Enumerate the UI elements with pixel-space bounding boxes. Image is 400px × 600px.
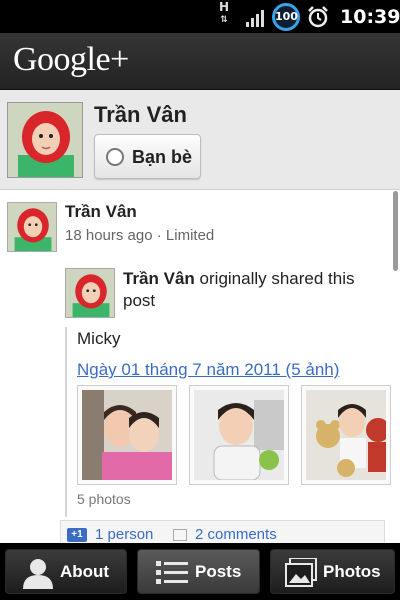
shared-author-name[interactable]: Trần Vân [123,269,195,288]
tab-about[interactable]: About [5,549,127,594]
tab-about-label: About [60,562,110,581]
circle-icon [106,148,124,166]
status-bar: H ⇅ 100 10:39 [0,0,400,33]
alarm-icon [308,6,328,28]
photos-count: 5 photos [77,491,131,507]
shared-attribution: Trần Vân originally shared this post [123,268,383,312]
app-bar: Google+ [0,33,400,90]
meta-separator: · [156,227,162,244]
post-caption: Micky [77,329,121,348]
clock: 10:39 [340,6,400,28]
tab-photos[interactable]: Photos [270,549,395,594]
post-time: 18 hours ago [65,227,153,244]
app-title[interactable]: Google+ [13,41,129,79]
album-link[interactable]: Ngày 01 tháng 7 năm 2011 (5 ảnh) [77,360,339,380]
post-author-avatar[interactable] [7,202,57,252]
profile-header: Trần Vân Bạn bè [0,90,400,190]
list-icon [156,561,188,584]
post-author-name[interactable]: Trần Vân [65,202,137,222]
photo-thumbnail[interactable] [77,385,177,485]
post-card[interactable]: Trần Vân 18 hours ago · Limited Trần Vân… [0,191,400,543]
circle-button[interactable]: Bạn bè [94,134,201,179]
scrollbar[interactable] [393,191,398,271]
comments-count[interactable]: 2 comments [195,526,277,543]
profile-name: Trần Vân [94,102,187,127]
photo-thumbnail[interactable] [301,385,391,485]
shared-content: Micky Ngày 01 tháng 7 năm 2011 (5 ảnh) 5… [65,327,391,517]
post-actions: +1 1 person 2 comments [60,520,385,543]
post-meta: 18 hours ago · Limited [65,227,214,244]
tab-photos-label: Photos [323,562,381,581]
photos-icon [285,558,317,587]
comment-icon [173,529,187,541]
tab-posts[interactable]: Posts [137,549,260,594]
post-visibility: Limited [165,227,215,244]
plus-one-icon[interactable]: +1 [67,528,87,542]
bottom-tab-bar: About Posts Photos [0,543,400,600]
tab-posts-label: Posts [195,562,242,581]
circle-button-label: Bạn bè [132,147,193,167]
shared-author-avatar[interactable] [65,268,115,318]
person-icon [23,559,53,589]
photo-thumbnail[interactable] [189,385,289,485]
plus-one-count[interactable]: 1 person [95,526,153,543]
signal-icon [246,10,264,27]
profile-avatar[interactable] [7,102,83,178]
network-type-indicator: H ⇅ [218,0,230,25]
battery-icon: 100 [272,3,300,31]
